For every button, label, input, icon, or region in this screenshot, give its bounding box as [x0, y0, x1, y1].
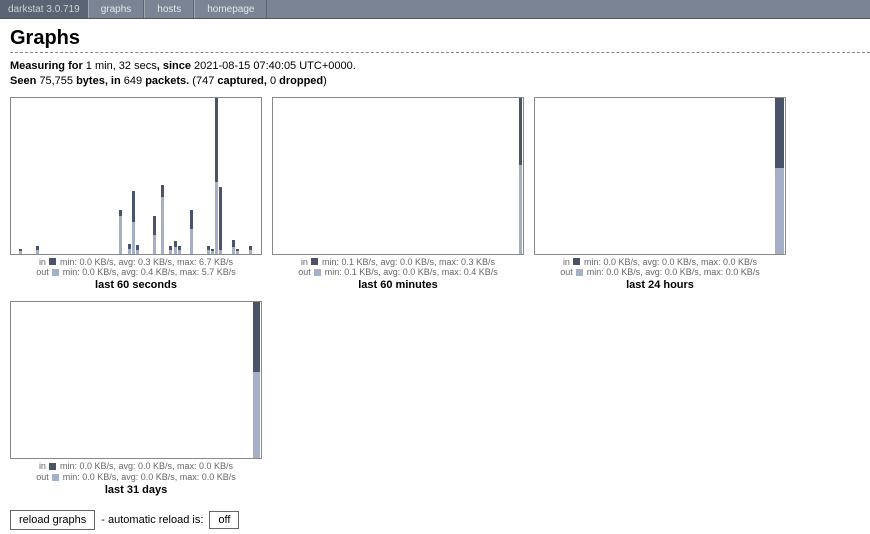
bar: [132, 191, 135, 254]
bar: [174, 241, 177, 254]
legend-swatch-in-icon: [49, 258, 56, 265]
bar: [161, 185, 164, 254]
bar: [190, 210, 193, 254]
stats-summary: Measuring for 1 min, 32 secs, since 2021…: [10, 59, 870, 89]
nav-homepage[interactable]: homepage: [194, 0, 267, 18]
bar: [19, 249, 22, 254]
legend-swatch-in-icon: [49, 463, 56, 470]
bar: [178, 246, 181, 254]
bar: [519, 98, 522, 254]
graph-title: last 60 seconds: [10, 279, 262, 291]
graph-sec: in min: 0.0 KB/s, avg: 0.3 KB/s, max: 6.…: [10, 97, 262, 292]
graph-legend: in min: 0.0 KB/s, avg: 0.3 KB/s, max: 6.…: [10, 257, 262, 279]
bar: [232, 240, 235, 254]
legend-swatch-out-icon: [576, 269, 583, 276]
bar: [219, 187, 222, 254]
auto-reload-toggle[interactable]: off: [209, 511, 239, 529]
graph-box: [10, 301, 262, 459]
graph-title: last 24 hours: [534, 279, 786, 291]
brand-label: darkstat 3.0.719: [0, 0, 88, 18]
divider: [10, 52, 870, 53]
nav-hosts[interactable]: hosts: [144, 0, 194, 18]
bar: [119, 210, 122, 254]
navbar: darkstat 3.0.719 graphs hosts homepage: [0, 0, 870, 19]
graph-title: last 31 days: [10, 484, 262, 496]
bar: [207, 246, 210, 254]
graph-legend: in min: 0.0 KB/s, avg: 0.0 KB/s, max: 0.…: [10, 461, 262, 483]
bar: [128, 244, 131, 254]
legend-swatch-out-icon: [314, 269, 321, 276]
bar: [136, 245, 139, 254]
bar: [253, 302, 260, 458]
bar: [249, 246, 252, 254]
graph-box: [10, 97, 262, 255]
graph-hr: in min: 0.0 KB/s, avg: 0.0 KB/s, max: 0.…: [534, 97, 786, 292]
graph-box: [534, 97, 786, 255]
graph-box: [272, 97, 524, 255]
bar: [236, 249, 239, 254]
auto-reload-label: - automatic reload is:: [101, 514, 203, 526]
bar: [775, 98, 784, 254]
bar: [169, 246, 172, 254]
graphs-grid: in min: 0.0 KB/s, avg: 0.3 KB/s, max: 6.…: [10, 97, 870, 496]
legend-swatch-in-icon: [311, 258, 318, 265]
graph-legend: in min: 0.0 KB/s, avg: 0.0 KB/s, max: 0.…: [534, 257, 786, 279]
bar: [153, 216, 156, 254]
legend-swatch-out-icon: [52, 474, 59, 481]
graph-legend: in min: 0.1 KB/s, avg: 0.0 KB/s, max: 0.…: [272, 257, 524, 279]
nav-graphs[interactable]: graphs: [88, 0, 145, 18]
legend-swatch-out-icon: [52, 269, 59, 276]
bar: [211, 249, 214, 254]
graph-title: last 60 minutes: [272, 279, 524, 291]
page-title: Graphs: [10, 27, 870, 50]
graph-min: in min: 0.1 KB/s, avg: 0.0 KB/s, max: 0.…: [272, 97, 524, 292]
bar: [215, 98, 218, 254]
bar: [36, 246, 39, 254]
legend-swatch-in-icon: [573, 258, 580, 265]
graph-day: in min: 0.0 KB/s, avg: 0.0 KB/s, max: 0.…: [10, 301, 262, 496]
